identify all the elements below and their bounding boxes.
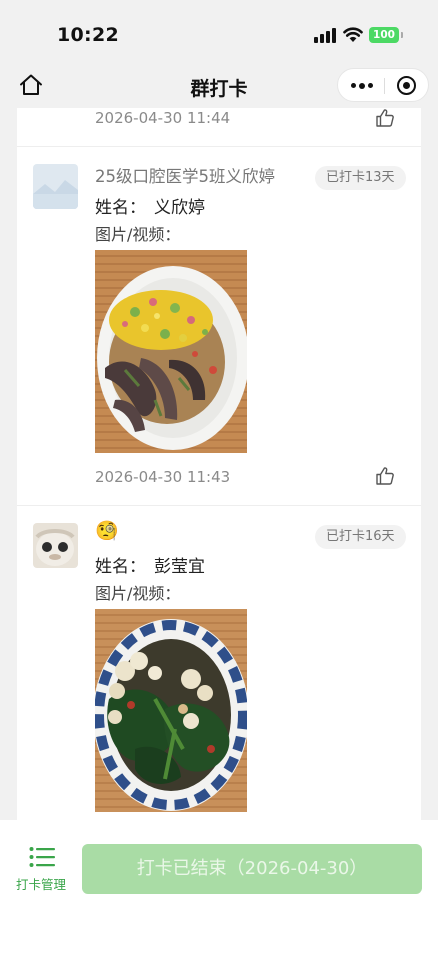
media-label: 图片/视频：	[95, 225, 181, 244]
status-bar: 10:22 100	[0, 0, 438, 64]
media-label: 图片/视频：	[95, 584, 181, 603]
food-photo[interactable]	[95, 250, 247, 453]
checkin-manage-button[interactable]: 打卡管理	[10, 846, 72, 894]
checkin-days-badge: 已打卡16天	[315, 525, 406, 549]
entry-nickname: 25级口腔医学5班义欣婷	[95, 167, 275, 186]
cellular-signal-icon	[314, 27, 336, 43]
more-dots-icon	[349, 82, 375, 89]
name-value: 义欣婷	[154, 198, 205, 218]
checkin-feed[interactable]: 2026-04-30 11:44 25级口腔医学5班义欣婷 已打卡13天 姓名：…	[17, 108, 421, 820]
food-photo[interactable]	[95, 609, 247, 812]
close-miniprogram-icon[interactable]	[397, 76, 416, 95]
checkin-manage-label: 打卡管理	[15, 877, 66, 892]
status-time: 10:22	[57, 24, 119, 46]
entry-timestamp: 2026-04-30 11:43	[95, 468, 231, 486]
list-icon	[29, 847, 55, 867]
capsule-divider	[384, 78, 385, 94]
entry-timestamp: 2026-04-30 11:44	[95, 109, 231, 127]
entry-nickname: 🧐	[95, 520, 119, 542]
name-label: 姓名：	[95, 198, 146, 218]
nav-bar: 群打卡	[0, 64, 438, 108]
avatar	[33, 523, 78, 568]
like-icon[interactable]	[375, 108, 395, 128]
name-value: 彭莹宜	[154, 557, 205, 577]
checkin-days-badge: 已打卡13天	[315, 166, 406, 190]
bottom-action-bar: 打卡管理 打卡已结束（2026-04-30）	[0, 820, 438, 953]
avatar-placeholder	[33, 164, 78, 209]
entry-name-field: 姓名： 义欣婷	[95, 193, 205, 218]
name-label: 姓名：	[95, 557, 146, 577]
checkin-entry: 🧐 已打卡16天 姓名： 彭莹宜 图片/视频：	[17, 506, 421, 820]
checkin-ended-button[interactable]: 打卡已结束（2026-04-30）	[82, 844, 422, 894]
battery-icon: 100	[369, 27, 403, 43]
wifi-icon	[343, 27, 363, 42]
more-button[interactable]	[349, 69, 375, 101]
like-icon[interactable]	[375, 466, 395, 486]
miniprogram-capsule	[337, 68, 429, 102]
checkin-entry: 25级口腔医学5班义欣婷 已打卡13天 姓名： 义欣婷 图片/视频： 2026-…	[17, 147, 421, 506]
checkin-entry-partial: 2026-04-30 11:44	[17, 108, 421, 147]
entry-name-field: 姓名： 彭莹宜	[95, 552, 205, 577]
